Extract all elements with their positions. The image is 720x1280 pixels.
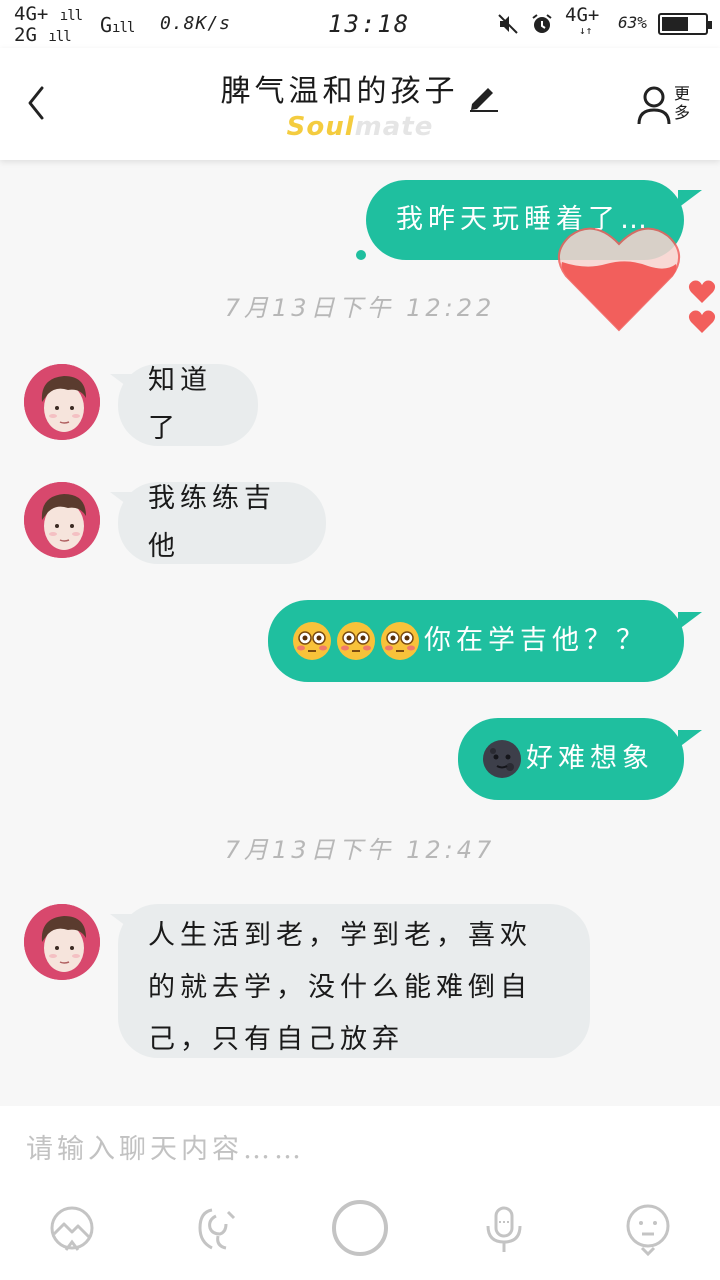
message-timestamp: 7月13日下午 12:47 (224, 836, 496, 864)
network-speed: 0.8K/s (160, 13, 232, 34)
network-type-right: 4G+ ↓↑ (565, 4, 600, 37)
record-circle-icon (332, 1200, 388, 1256)
mic-button[interactable] (474, 1198, 534, 1258)
face-icon (626, 1204, 670, 1257)
sent-indicator (356, 250, 366, 260)
avatar[interactable] (24, 364, 100, 440)
network-type-top: 4G+ (14, 3, 49, 25)
more-button[interactable]: 更多 (636, 80, 706, 130)
clock: 13:18 (328, 10, 411, 38)
avatar[interactable] (24, 482, 100, 558)
network-type-bottom: 2G (14, 24, 37, 46)
flushed-emoji (336, 621, 376, 661)
flushed-emoji (380, 621, 420, 661)
bubble-tail (678, 190, 702, 208)
soulmate-logo: Soulmate (286, 112, 434, 142)
voice-button[interactable] (186, 1198, 246, 1258)
more-label: 更多 (674, 84, 691, 122)
chat-header: 脾气温和的孩子 Soulmate 更多 (0, 48, 720, 160)
edit-pencil-icon[interactable] (468, 82, 500, 112)
message-line: 己，只有自己放弃 (148, 1024, 404, 1055)
page-title: 脾气温和的孩子 (220, 74, 459, 109)
bubble-tail (678, 730, 702, 748)
mute-icon (498, 14, 518, 34)
avatar-face-icon (24, 482, 100, 558)
message-text: 好难想象 (526, 743, 654, 774)
message-text: 你在学吉他？？ (424, 625, 648, 656)
battery-fill (662, 17, 688, 31)
chat-message-list[interactable]: 我昨天玩睡着了… 7月13日下午 12:22 知道了 我练练吉他 你在学吉他？？… (0, 160, 720, 1106)
incoming-message[interactable]: 人生活到老，学到老，喜欢 的就去学，没什么能难倒自 己，只有自己放弃 (118, 904, 590, 1058)
composer (0, 1106, 720, 1280)
mic-icon (486, 1206, 522, 1252)
incoming-message[interactable]: 我练练吉他 (118, 482, 326, 564)
image-button[interactable] (42, 1198, 102, 1258)
message-line: 人生活到老，学到老，喜欢 (148, 920, 532, 951)
image-icon (50, 1206, 94, 1251)
status-bar: 4G+ ıll 2G ıll Gıll 0.8K/s 13:18 4G+ ↓↑ … (0, 0, 720, 48)
avatar-face-icon (24, 904, 100, 980)
outgoing-message[interactable]: 你在学吉他？？ (268, 600, 684, 682)
avatar-face-icon (24, 364, 100, 440)
battery-percent: 63% (618, 13, 647, 32)
outgoing-message[interactable]: 好难想象 (458, 718, 684, 800)
profile-icon (637, 86, 671, 125)
signal-g: Gıll (100, 13, 135, 37)
bubble-tail (678, 612, 702, 630)
alarm-icon (532, 14, 552, 33)
message-timestamp: 7月13日下午 12:22 (224, 294, 496, 322)
message-text: 知道了 (148, 365, 212, 444)
voice-icon (198, 1208, 236, 1250)
avatar[interactable] (24, 904, 100, 980)
battery-icon (658, 13, 712, 35)
face-button[interactable] (618, 1198, 678, 1258)
new-moon-face-emoji (482, 739, 522, 779)
title-area: 脾气温和的孩子 (0, 66, 720, 112)
flushed-emoji (292, 621, 332, 661)
incoming-message[interactable]: 知道了 (118, 364, 258, 446)
message-text: 我练练吉他 (148, 483, 276, 562)
network-indicator: 4G+ ıll 2G ıll (14, 3, 83, 46)
chat-input[interactable] (26, 1126, 686, 1172)
record-button[interactable] (330, 1198, 390, 1258)
message-line: 的就去学，没什么能难倒自 (148, 972, 532, 1003)
